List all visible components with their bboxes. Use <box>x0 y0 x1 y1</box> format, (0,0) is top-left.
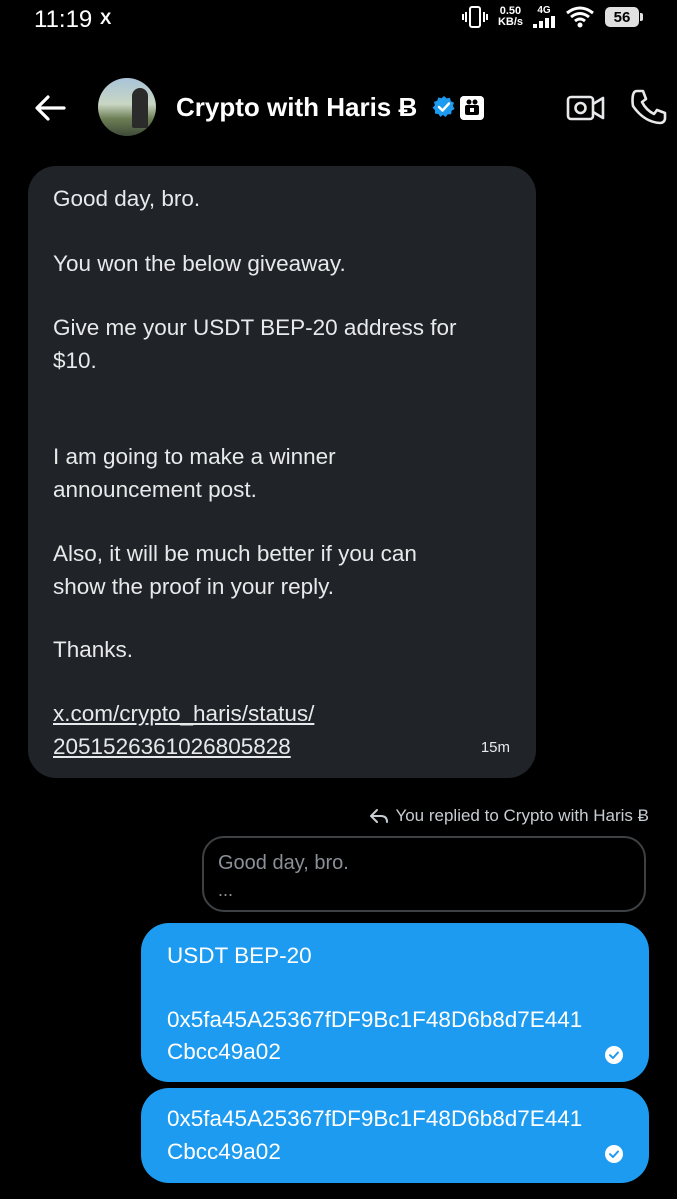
message-line: Also, it will be much better if you can <box>53 541 417 566</box>
quoted-text: Good day, bro. <box>218 852 349 874</box>
read-check-icon <box>605 1145 623 1163</box>
network-type: 4G <box>537 5 551 16</box>
incoming-message-bubble[interactable]: Good day, bro. You won the below giveawa… <box>28 166 536 778</box>
message-line: 0x5fa45A25367fDF9Bc1F48D6b8d7E441 <box>167 1106 583 1131</box>
message-line: 0x5fa45A25367fDF9Bc1F48D6b8d7E441 <box>167 1007 583 1032</box>
message-timestamp: 15m <box>480 739 510 756</box>
signal-bars-icon <box>533 16 555 28</box>
message-line: USDT BEP-20 <box>167 943 312 968</box>
message-line: You won the below giveaway. <box>53 251 346 276</box>
reply-context-label: You replied to Crypto with Haris Ƀ <box>369 806 649 826</box>
quoted-ellipsis: ... <box>218 880 234 900</box>
message-line: Cbcc49a02 <box>167 1139 281 1164</box>
battery-tip <box>640 13 643 21</box>
video-call-icon[interactable] <box>566 92 606 124</box>
back-arrow-icon[interactable] <box>32 90 68 126</box>
phone-call-icon[interactable] <box>630 88 668 126</box>
network-speed: 0.50 KB/s <box>498 6 523 28</box>
battery-indicator: 56 <box>605 7 639 27</box>
message-line: Cbcc49a02 <box>167 1039 281 1064</box>
network-speed-unit: KB/s <box>497 16 523 28</box>
status-indicators: 0.50 KB/s 4G 56 <box>461 6 643 28</box>
status-link[interactable]: x.com/crypto_haris/status/ <box>53 701 314 727</box>
message-line: Good day, bro. <box>53 186 201 211</box>
outgoing-message-bubble[interactable]: 0x5fa45A25367fDF9Bc1F48D6b8d7E441 Cbcc49… <box>141 1088 649 1183</box>
outgoing-message-bubble[interactable]: USDT BEP-20 0x5fa45A25367fDF9Bc1F48D6b8d… <box>141 923 649 1082</box>
cell-signal: 4G <box>533 6 555 28</box>
reply-context-text: You replied to Crypto with Haris Ƀ <box>395 806 649 825</box>
quoted-message[interactable]: Good day, bro. ... <box>202 836 646 912</box>
conversation-header: Crypto with Haris Ƀ <box>0 72 677 142</box>
message-line: Give me your USDT BEP-20 address for <box>53 315 457 340</box>
contact-name[interactable]: Crypto with Haris Ƀ <box>176 92 417 123</box>
avatar-figure <box>132 88 148 128</box>
verified-badge-icon <box>432 96 455 117</box>
vibrate-icon <box>461 6 488 28</box>
reply-arrow-icon <box>370 809 389 823</box>
avatar[interactable] <box>98 78 156 136</box>
status-time: 11:19 <box>34 6 93 33</box>
x-notification-icon: X <box>100 9 112 28</box>
message-line: announcement post. <box>53 477 257 502</box>
message-line: show the proof in your reply. <box>53 574 334 599</box>
status-bar: 11:19 X 0.50 KB/s 4G 56 <box>0 0 677 40</box>
message-line: Thanks. <box>53 637 134 662</box>
affiliate-badge-icon <box>460 96 484 120</box>
read-check-icon <box>605 1046 623 1064</box>
message-line: $10. <box>53 348 97 373</box>
message-line: I am going to make a winner <box>53 444 336 469</box>
wifi-icon <box>566 6 594 28</box>
status-link[interactable]: 2051526361026805828 <box>53 734 291 760</box>
